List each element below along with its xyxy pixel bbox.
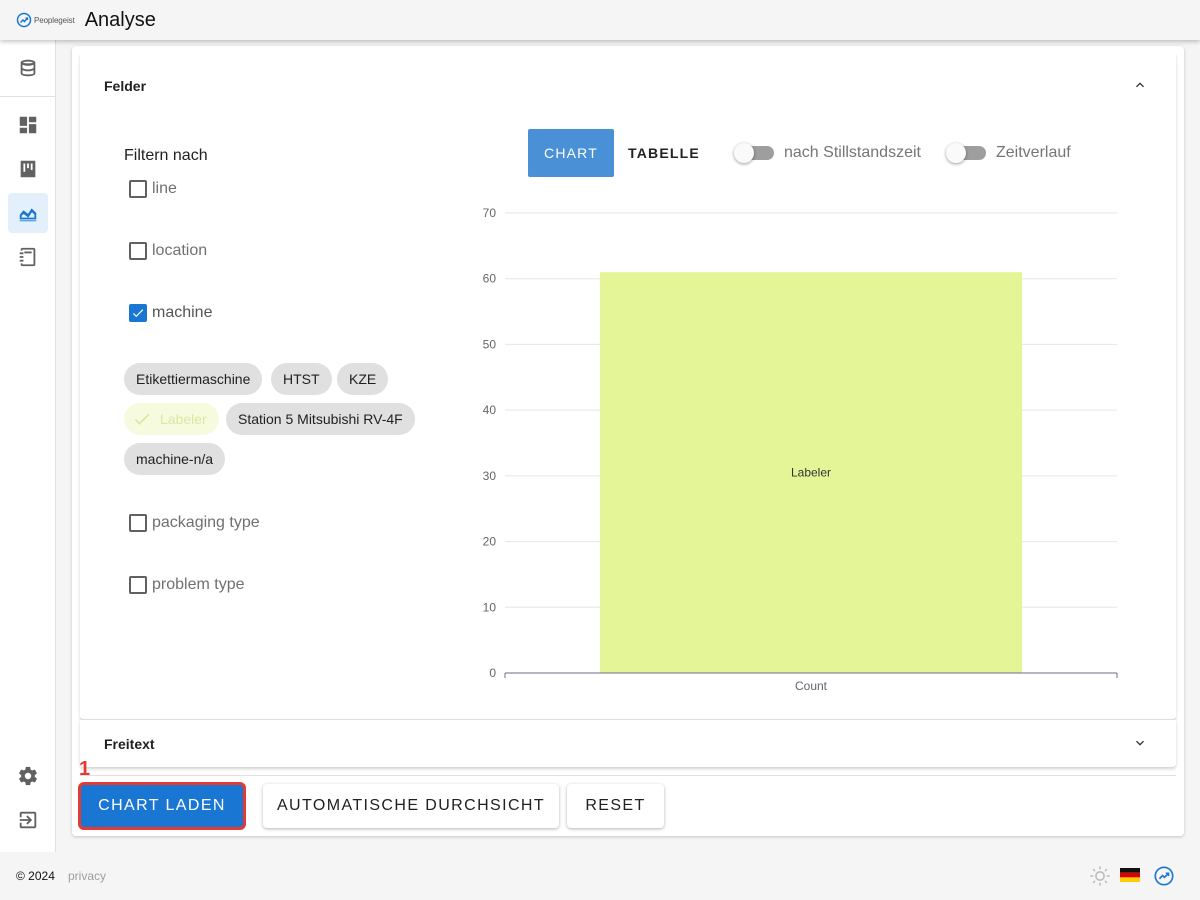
checkbox-problem-type[interactable]: problem type <box>129 576 245 594</box>
checkbox-box[interactable] <box>129 576 147 594</box>
logout-icon <box>19 811 37 829</box>
dashboard-icon <box>19 116 37 134</box>
footer: © 2024 privacy <box>0 852 1200 900</box>
nav-divider <box>0 96 55 97</box>
bar-label: Labeler <box>791 466 831 480</box>
theme-sun-icon[interactable] <box>1089 865 1111 887</box>
toggle-downtime[interactable] <box>734 143 774 163</box>
y-tick-label: 70 <box>483 206 497 220</box>
chip-labeler[interactable]: Labeler <box>124 403 219 435</box>
x-tick-label: Count <box>795 679 828 693</box>
checkbox-machine[interactable]: machine <box>129 304 212 322</box>
chart-load-button[interactable]: CHART LADEN <box>78 782 246 830</box>
y-tick-label: 40 <box>483 403 497 417</box>
notebook-icon <box>19 247 36 267</box>
checkbox-box[interactable] <box>129 180 147 198</box>
brand[interactable]: Peoplegeist <box>16 12 75 28</box>
peoplegeist-logo-icon[interactable] <box>1153 865 1175 887</box>
checkbox-label: packaging type <box>152 514 260 531</box>
checkbox-label: location <box>152 242 208 259</box>
checkbox-box[interactable] <box>129 304 147 322</box>
tab-tabelle[interactable]: TABELLE <box>614 129 714 177</box>
checkbox-location[interactable]: location <box>129 242 207 260</box>
freitext-panel[interactable]: Freitext <box>80 720 1176 767</box>
nav-settings[interactable] <box>8 756 48 796</box>
toggle-timeline[interactable] <box>946 143 986 163</box>
toggle-knob <box>734 143 754 163</box>
divider <box>80 775 1176 776</box>
checkbox-label: machine <box>152 304 213 321</box>
y-tick-label: 0 <box>489 666 496 680</box>
nav-analyse[interactable] <box>8 193 48 233</box>
checkbox-packaging-type[interactable]: packaging type <box>129 514 260 532</box>
auto-review-button[interactable]: AUTOMATISCHE DURCHSICHT <box>263 784 559 828</box>
app-bar: Peoplegeist Analyse <box>0 0 1200 40</box>
tab-chart[interactable]: CHART <box>528 129 614 177</box>
nav-logout[interactable] <box>8 800 48 840</box>
chip-etikettiermaschine[interactable]: Etikettiermaschine <box>124 363 263 395</box>
checkbox-label: line <box>152 180 177 197</box>
toggle-downtime-label: nach Stillstandszeit <box>784 144 921 161</box>
chart-area-icon <box>19 208 37 222</box>
y-tick-label: 10 <box>483 600 497 614</box>
nav-notebook[interactable] <box>8 237 48 277</box>
toggle-knob <box>946 143 966 163</box>
annotation-number: 1 <box>79 758 91 780</box>
y-tick-label: 60 <box>483 272 497 286</box>
nav-board[interactable] <box>8 149 48 189</box>
gear-icon <box>19 766 37 786</box>
filter-label: Filtern nach <box>124 147 208 164</box>
reset-button[interactable]: RESET <box>567 784 664 828</box>
checkbox-label: problem type <box>152 576 245 593</box>
chip-station-5[interactable]: Station 5 Mitsubishi RV-4F <box>226 403 415 435</box>
chip-label: Labeler <box>160 411 207 427</box>
bar-chart: 0 10 20 30 40 50 60 70 Labeler Count <box>483 206 1118 693</box>
chip-machine-na[interactable]: machine-n/a <box>124 443 226 475</box>
check-icon <box>132 309 144 318</box>
page-title: Analyse <box>84 8 156 31</box>
peoplegeist-logo-icon <box>16 12 32 28</box>
check-icon <box>134 413 150 425</box>
chip-htst[interactable]: HTST <box>271 363 332 395</box>
toggle-timeline-label: Zeitverlauf <box>996 144 1071 161</box>
y-tick-label: 20 <box>483 535 497 549</box>
nav-database[interactable] <box>8 48 48 88</box>
y-tick-label: 30 <box>483 469 497 483</box>
brand-name: Peoplegeist <box>34 15 75 25</box>
freitext-title: Freitext <box>104 736 155 752</box>
felder-title: Felder <box>104 78 147 94</box>
checkbox-box[interactable] <box>129 514 147 532</box>
checkbox-box[interactable] <box>129 242 147 260</box>
database-icon <box>20 59 36 77</box>
chevron-up-icon[interactable] <box>1132 77 1148 93</box>
y-tick-label: 50 <box>483 337 497 351</box>
nav-rail <box>0 40 56 852</box>
german-flag-icon[interactable] <box>1120 867 1140 883</box>
copyright: © 2024 <box>16 869 55 883</box>
privacy-link[interactable]: privacy <box>68 869 106 883</box>
nav-dashboard[interactable] <box>8 105 48 145</box>
chip-kze[interactable]: KZE <box>337 363 389 395</box>
board-icon <box>20 160 36 178</box>
chevron-down-icon[interactable] <box>1132 735 1148 751</box>
checkbox-line[interactable]: line <box>129 180 177 198</box>
